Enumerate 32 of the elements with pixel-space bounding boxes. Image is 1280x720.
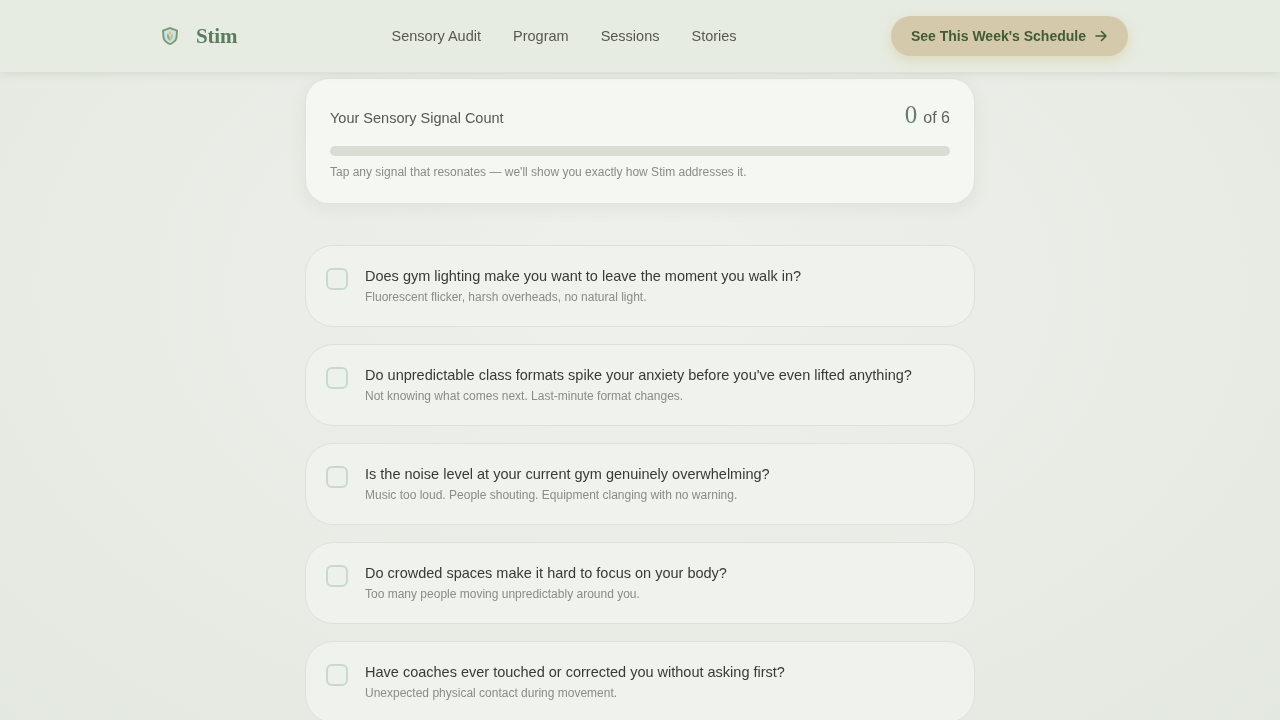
shield-logo-icon [160, 26, 180, 46]
signal-card[interactable]: Do crowded spaces make it hard to focus on your body? Too many people moving unpredictably around you. [305, 542, 975, 624]
checkbox[interactable] [326, 664, 348, 686]
schedule-button[interactable]: See This Week's Schedule [890, 16, 1128, 56]
signal-total: of 6 [923, 109, 950, 127]
signal-question: Have coaches ever touched or corrected you without asking first? [365, 663, 785, 682]
signal-detail: Too many people moving unpredictably around you. [365, 586, 641, 603]
checkbox[interactable] [326, 466, 348, 488]
signal-card[interactable]: Does gym lighting make you want to leave the moment you walk in? Fluorescent flicker, harsh overheads, no natural light. [305, 245, 975, 327]
checkbox[interactable] [326, 268, 348, 290]
signal-detail: Not knowing what comes next. Last-minute format changes. [365, 388, 685, 405]
signal-card[interactable]: Do unpredictable class formats spike your anxiety before you've even lifted anything? Not knowing what comes next. Last-minute format changes. [305, 344, 975, 426]
nav-link[interactable]: Program [513, 28, 569, 44]
nav-link[interactable]: Sessions [600, 28, 660, 44]
signal-card[interactable]: Is the noise level at your current gym genuinely overwhelming? Music too loud. People shouting. Equipment clanging with no warning. [305, 443, 975, 525]
brand-name[interactable]: Stim [196, 23, 238, 49]
signal-detail: Fluorescent flicker, harsh overheads, no natural light. [365, 289, 648, 306]
count-title: Your Sensory Signal Count [330, 110, 504, 126]
signal-card[interactable]: Have coaches ever touched or corrected you without asking first? Unexpected physical contact during movement. [305, 641, 975, 720]
signal-detail: Unexpected physical contact during movement. [365, 685, 619, 702]
signal-detail: Music too loud. People shouting. Equipment clanging with no warning. [365, 487, 739, 504]
signal-question: Do crowded spaces make it hard to focus on your body? [365, 564, 727, 583]
signal-question: Do unpredictable class formats spike your anxiety before you've even lifted anything? [365, 366, 912, 385]
signal-count: 0 [904, 101, 918, 129]
signal-question: Does gym lighting make you want to leave the moment you walk in? [365, 267, 802, 286]
checkbox[interactable] [326, 565, 348, 587]
count-hint: Tap any signal that resonates — we'll show you exactly how Stim addresses it. [330, 165, 748, 179]
arrow-right-icon [1094, 29, 1108, 43]
signal-question: Is the noise level at your current gym genuinely overwhelming? [365, 465, 770, 484]
nav-link[interactable]: Sensory Audit [391, 28, 481, 44]
nav-link[interactable]: Stories [691, 28, 737, 44]
checkbox[interactable] [326, 367, 348, 389]
